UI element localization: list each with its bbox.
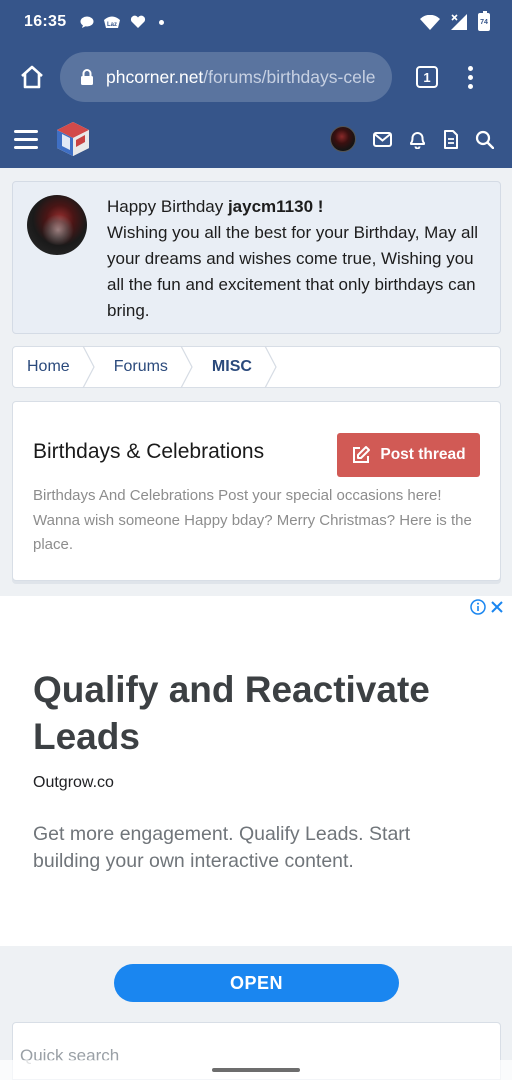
notification-icons: Laz	[80, 15, 165, 29]
post-thread-label: Post thread	[380, 446, 466, 463]
url-path: /forums/birthdays-cele	[203, 66, 376, 87]
site-header	[0, 110, 512, 168]
wifi-icon	[420, 14, 440, 30]
bell-icon[interactable]	[409, 130, 426, 149]
ad-domain[interactable]: Outgrow.co	[33, 774, 114, 792]
ad-body[interactable]: Get more engagement. Qualify Leads. Star…	[33, 821, 473, 875]
birthday-message: Happy Birthday jaycm1130 ! Wishing you a…	[107, 194, 488, 321]
home-button[interactable]	[14, 59, 50, 95]
edit-icon	[353, 446, 371, 463]
status-time: 16:35	[24, 13, 67, 30]
signal-icon	[451, 14, 467, 30]
ad-banner[interactable]	[0, 596, 512, 946]
battery-level: 74	[480, 18, 488, 26]
forum-description: Birthdays And Celebrations Post your spe…	[33, 487, 472, 553]
home-icon	[21, 65, 43, 89]
tab-count: 1	[423, 69, 431, 85]
breadcrumb: Home Forums MISC	[12, 346, 501, 388]
address-bar[interactable]: phcorner.net/forums/birthdays-cele	[60, 52, 392, 102]
mail-icon[interactable]	[373, 131, 392, 147]
url-text: phcorner.net/forums/birthdays-cele	[106, 67, 375, 88]
laz-icon: Laz	[104, 16, 121, 28]
breadcrumb-separator-icon	[180, 346, 200, 388]
breadcrumb-forums[interactable]: Forums	[114, 347, 186, 387]
forum-header: Birthdays & Celebrations Post thread Bir…	[12, 401, 501, 581]
status-bar: 16:35 Laz 74	[0, 0, 512, 44]
breadcrumb-separator-icon	[264, 346, 284, 388]
search-icon[interactable]	[475, 130, 494, 149]
heart-icon	[131, 15, 146, 28]
tab-switcher-button[interactable]: 1	[416, 66, 438, 88]
ad-close-icon[interactable]	[490, 600, 504, 614]
birthday-wish: Wishing you all the best for your Birthd…	[107, 223, 479, 320]
site-logo[interactable]	[54, 120, 92, 158]
browser-menu-button[interactable]	[468, 65, 473, 89]
ad-info-icon[interactable]	[470, 599, 486, 615]
user-avatar[interactable]	[330, 126, 356, 152]
gesture-handle[interactable]	[212, 1068, 300, 1072]
birthday-username[interactable]: jaycm1130 !	[228, 197, 323, 216]
birthday-notice: Happy Birthday jaycm1130 ! Wishing you a…	[12, 181, 501, 334]
breadcrumb-home[interactable]: Home	[27, 347, 88, 387]
breadcrumb-separator-icon	[82, 346, 102, 388]
chat-bubble-icon	[80, 16, 94, 28]
svg-text:Laz: Laz	[107, 22, 117, 28]
ad-open-button[interactable]: OPEN	[114, 964, 399, 1002]
more-notifications-dot	[159, 19, 165, 25]
ad-headline[interactable]: Qualify and Reactivate Leads	[33, 666, 493, 760]
ad-controls	[470, 599, 504, 615]
hamburger-menu-icon[interactable]	[14, 129, 38, 149]
system-icons: 74	[420, 11, 490, 31]
battery-icon: 74	[478, 11, 490, 31]
birthday-user-avatar[interactable]	[27, 195, 87, 255]
url-domain: phcorner.net	[106, 66, 204, 87]
breadcrumb-misc[interactable]: MISC	[212, 347, 270, 387]
document-icon[interactable]	[443, 129, 458, 149]
birthday-greeting: Happy Birthday	[107, 197, 228, 216]
page-title: Birthdays & Celebrations	[33, 440, 265, 463]
header-actions	[330, 126, 498, 152]
post-thread-button[interactable]: Post thread	[337, 433, 480, 477]
browser-toolbar: phcorner.net/forums/birthdays-cele 1	[0, 44, 512, 110]
lock-icon	[81, 69, 93, 85]
